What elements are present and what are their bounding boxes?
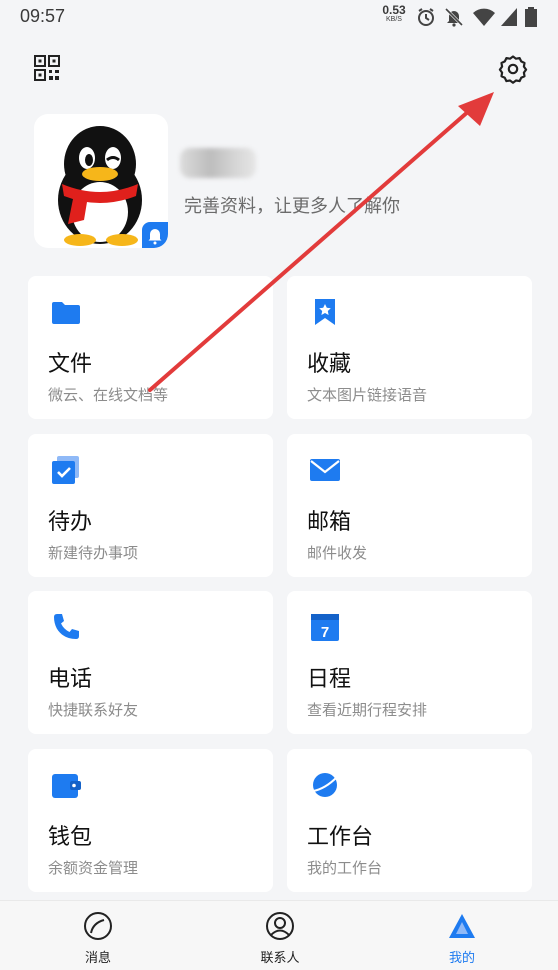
calendar-icon: 7 bbox=[311, 614, 339, 641]
card-favorites[interactable]: 收藏 文本图片链接语音 bbox=[287, 276, 532, 419]
contact-person-icon bbox=[266, 912, 294, 940]
settings-gear-icon[interactable] bbox=[498, 54, 528, 84]
nickname-blurred bbox=[180, 148, 256, 178]
card-title: 收藏 bbox=[307, 352, 352, 377]
my-triangle-icon bbox=[449, 914, 475, 938]
tab-label: 我的 bbox=[448, 951, 475, 966]
card-mail[interactable]: 邮箱 邮件收发 bbox=[287, 434, 532, 577]
card-desc: 文本图片链接语音 bbox=[307, 386, 428, 404]
todo-check-icon bbox=[52, 456, 79, 484]
card-title: 邮箱 bbox=[307, 510, 352, 535]
card-title: 日程 bbox=[307, 667, 352, 692]
phone-icon bbox=[54, 614, 79, 639]
planet-icon bbox=[312, 773, 338, 797]
card-wallet[interactable]: 钱包 余额资金管理 bbox=[28, 749, 273, 892]
network-speed: 0.53 KB/S bbox=[380, 4, 408, 23]
tab-label: 联系人 bbox=[260, 951, 300, 966]
status-bar: 09:57 0.53 KB/S bbox=[0, 0, 558, 32]
mail-icon bbox=[310, 459, 340, 481]
bell-badge-icon bbox=[148, 229, 162, 245]
bookmark-star-icon bbox=[315, 299, 335, 325]
card-title: 文件 bbox=[48, 352, 93, 377]
chat-bubble-icon bbox=[84, 912, 112, 940]
qq-badge bbox=[142, 222, 168, 248]
tab-me[interactable]: 我的 bbox=[402, 901, 522, 970]
calendar-day: 7 bbox=[321, 624, 329, 641]
card-schedule[interactable]: 7 日程 查看近期行程安排 bbox=[287, 591, 532, 734]
card-desc: 查看近期行程安排 bbox=[307, 701, 428, 719]
card-desc: 我的工作台 bbox=[307, 859, 383, 877]
signal-icon bbox=[501, 8, 517, 26]
network-speed-unit: KB/S bbox=[386, 16, 402, 23]
card-todo[interactable]: 待办 新建待办事项 bbox=[28, 434, 273, 577]
card-workbench[interactable]: 工作台 我的工作台 bbox=[287, 749, 532, 892]
tab-label: 消息 bbox=[84, 951, 111, 966]
tab-contacts[interactable]: 联系人 bbox=[220, 901, 340, 970]
card-title: 工作台 bbox=[307, 825, 374, 850]
card-desc: 余额资金管理 bbox=[48, 859, 139, 877]
card-desc: 邮件收发 bbox=[307, 544, 368, 562]
battery-icon bbox=[525, 7, 537, 27]
tab-messages[interactable]: 消息 bbox=[38, 901, 158, 970]
card-phone[interactable]: 电话 快捷联系好友 bbox=[28, 591, 273, 734]
card-title: 电话 bbox=[48, 667, 93, 692]
profile-subtitle[interactable]: 完善资料，让更多人了解你 bbox=[184, 192, 400, 218]
network-speed-value: 0.53 bbox=[382, 3, 406, 17]
card-title: 待办 bbox=[48, 510, 93, 535]
qr-code-icon[interactable] bbox=[34, 55, 60, 81]
status-time: 09:57 bbox=[20, 6, 66, 26]
wifi-icon bbox=[473, 8, 495, 26]
card-title: 钱包 bbox=[48, 825, 93, 850]
folder-icon bbox=[52, 302, 80, 324]
bottom-tab-bar: 消息 联系人 我的 bbox=[0, 900, 558, 970]
wallet-icon bbox=[52, 774, 81, 798]
card-desc: 微云、在线文档等 bbox=[48, 386, 169, 404]
card-files[interactable]: 文件 微云、在线文档等 bbox=[28, 276, 273, 419]
card-desc: 新建待办事项 bbox=[48, 544, 139, 562]
alarm-icon bbox=[418, 8, 434, 26]
bell-off-icon bbox=[444, 7, 464, 27]
card-desc: 快捷联系好友 bbox=[48, 701, 139, 719]
